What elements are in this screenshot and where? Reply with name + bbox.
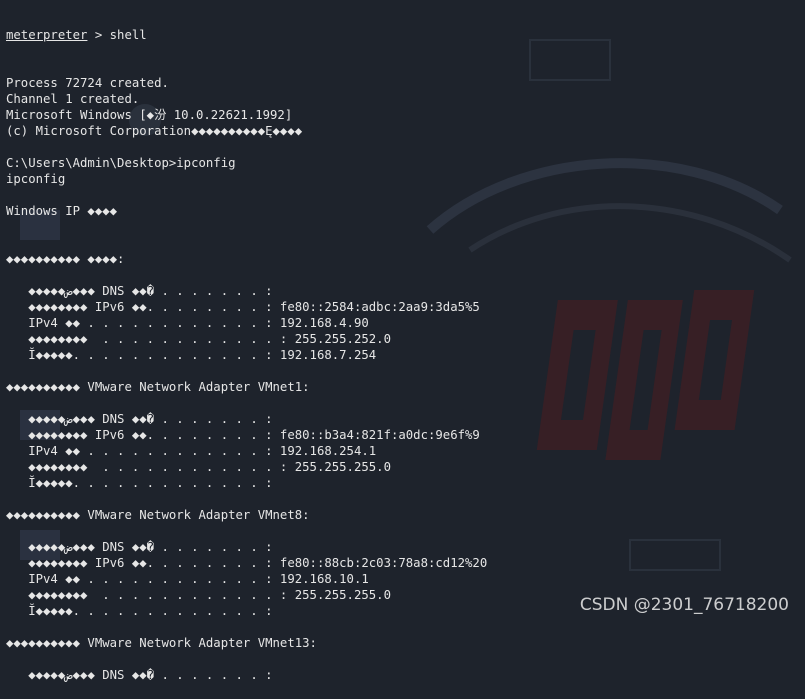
terminal-line: ◆◆◆◆◆◆◆◆ IPv6 ◆◆. . . . . . . . : fe80::… (6, 428, 480, 442)
terminal-line: IPv4 ◆◆ . . . . . . . . . . . . : 192.16… (6, 572, 369, 586)
terminal-line: IPv4 ◆◆ . . . . . . . . . . . . : 192.16… (6, 316, 369, 330)
shell-command: > shell (87, 28, 147, 42)
terminal-line: C:\Users\Admin\Desktop>ipconfig (6, 156, 236, 170)
terminal-line: Windows IP ◆◆◆◆ (6, 204, 118, 218)
terminal-line: ◆◆◆◆◆◆◆◆◆◆ ◆◆◆◆: (6, 252, 125, 266)
terminal-line: Process 72724 created. (6, 76, 169, 90)
terminal-line: Ĭ◆◆◆◆◆. . . . . . . . . . . . . : 192.16… (6, 348, 377, 362)
terminal-lines: Process 72724 created. Channel 1 created.… (6, 75, 805, 683)
terminal-line: ◆◆◆◆◆◆◆◆◆◆ VMware Network Adapter VMnet1… (6, 380, 310, 394)
terminal-line: ◆◆◆◆◆◆◆◆ IPv6 ◆◆. . . . . . . . : fe80::… (6, 556, 488, 570)
terminal-line: Channel 1 created. (6, 92, 140, 106)
terminal-line: Ĭ◆◆◆◆◆. . . . . . . . . . . . . : (6, 476, 273, 490)
terminal-line: ◆◆◆◆◆◆◆◆ IPv6 ◆◆. . . . . . . . : fe80::… (6, 300, 480, 314)
terminal-line: ◆◆◆◆◆ض◆◆◆ DNS ◆◆� . . . . . . . : (6, 540, 273, 554)
terminal-line: ◆◆◆◆◆◆◆◆ . . . . . . . . . . . . : 255.2… (6, 460, 391, 474)
terminal-line: ◆◆◆◆◆ض◆◆◆ DNS ◆◆� . . . . . . . : (6, 284, 273, 298)
terminal-line: ◆◆◆◆◆ض◆◆◆ DNS ◆◆� . . . . . . . : (6, 412, 273, 426)
meterpreter-prompt: meterpreter (6, 28, 88, 42)
terminal-line: ◆◆◆◆◆◆◆◆◆◆ VMware Network Adapter VMnet1… (6, 636, 317, 650)
meterpreter-prompt-line: meterpreter > shell (6, 27, 805, 43)
terminal-line: Microsoft Windows [◆汾 10.0.22621.1992] (6, 108, 293, 122)
terminal-line: ◆◆◆◆◆◆◆◆◆◆ VMware Network Adapter VMnet8… (6, 508, 310, 522)
terminal-line: ◆◆◆◆◆◆◆◆ . . . . . . . . . . . . : 255.2… (6, 332, 391, 346)
terminal-line: ◆◆◆◆◆ض◆◆◆ DNS ◆◆� . . . . . . . : (6, 668, 273, 682)
csdn-watermark: CSDN @2301_76718200 (579, 595, 789, 615)
terminal-line: (c) Microsoft Corporation◆◆◆◆◆◆◆◆◆◆Ę◆◆◆◆ (6, 124, 303, 138)
terminal-line: ipconfig (6, 172, 66, 186)
terminal-line: IPv4 ◆◆ . . . . . . . . . . . . : 192.16… (6, 444, 377, 458)
